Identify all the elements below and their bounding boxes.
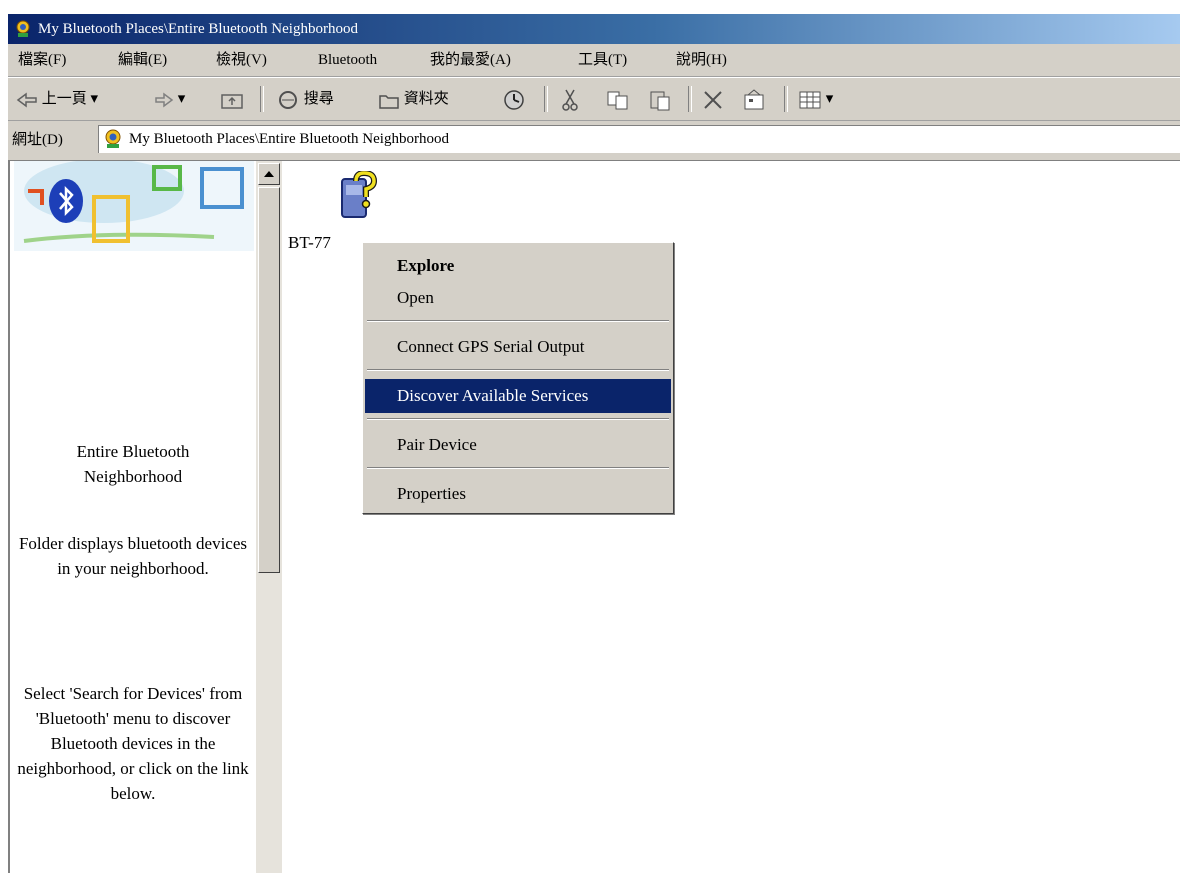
menu-help[interactable]: 說明(H) bbox=[676, 44, 727, 76]
history-icon bbox=[504, 89, 524, 110]
menu-favorites[interactable]: 我的最愛(A) bbox=[430, 44, 511, 76]
menu-separator bbox=[367, 467, 669, 469]
folders-label: 資料夾 bbox=[403, 91, 449, 107]
search-icon bbox=[279, 90, 297, 109]
unknown-device-icon[interactable] bbox=[338, 171, 378, 221]
bluetooth-places-icon bbox=[16, 20, 30, 37]
back-label: 上一頁 bbox=[41, 91, 87, 107]
forward-button[interactable]: ▾ bbox=[154, 83, 185, 115]
back-button[interactable]: 上一頁 ▾ bbox=[16, 83, 98, 115]
paste-button[interactable] bbox=[648, 83, 672, 115]
menu-item-explore[interactable]: Explore bbox=[365, 249, 671, 283]
scroll-up-arrow-icon bbox=[264, 171, 274, 177]
search-label: 搜尋 bbox=[303, 91, 334, 107]
neighborhood-title: Entire Bluetooth Neighborhood bbox=[76, 442, 190, 486]
history-button[interactable] bbox=[502, 83, 526, 115]
search-button[interactable]: 搜尋 bbox=[276, 83, 334, 115]
cut-button[interactable] bbox=[560, 83, 580, 115]
menu-file[interactable]: 檔案(F) bbox=[18, 44, 66, 76]
address-bar: 網址(D) My Bluetooth Places\Entire Bluetoo… bbox=[8, 120, 1180, 161]
menu-item-discover-services[interactable]: Discover Available Services bbox=[365, 379, 671, 413]
menu-edit[interactable]: 編輯(E) bbox=[118, 44, 167, 76]
address-value: My Bluetooth Places\Entire Bluetooth Nei… bbox=[129, 131, 449, 147]
left-pane-scrollbar[interactable] bbox=[256, 161, 282, 873]
up-folder-button[interactable] bbox=[220, 83, 244, 115]
paste-icon bbox=[650, 91, 670, 111]
back-arrow-icon bbox=[16, 92, 37, 108]
menu-separator bbox=[367, 369, 669, 371]
folders-button[interactable]: 資料夾 bbox=[378, 83, 449, 115]
bluetooth-places-icon bbox=[105, 129, 121, 148]
copy-button[interactable] bbox=[606, 83, 630, 115]
delete-button[interactable] bbox=[702, 83, 724, 115]
views-icon bbox=[799, 91, 821, 109]
window-title: My Bluetooth Places\Entire Bluetooth Nei… bbox=[38, 21, 358, 37]
bluetooth-banner bbox=[14, 161, 254, 251]
toolbar: 上一頁 ▾ ▾ 搜尋 資料夾 ▾ bbox=[8, 77, 1180, 121]
scroll-up-button[interactable] bbox=[258, 163, 280, 185]
menu-view[interactable]: 檢視(V) bbox=[216, 44, 267, 76]
folders-icon bbox=[379, 94, 399, 109]
title-bar[interactable]: My Bluetooth Places\Entire Bluetooth Nei… bbox=[8, 14, 1180, 44]
menu-tools[interactable]: 工具(T) bbox=[578, 44, 627, 76]
delete-icon bbox=[704, 90, 722, 109]
address-input[interactable]: My Bluetooth Places\Entire Bluetooth Nei… bbox=[98, 125, 1180, 153]
copy-icon bbox=[607, 91, 628, 110]
properties-button[interactable] bbox=[742, 83, 766, 115]
menu-item-properties[interactable]: Properties bbox=[365, 477, 671, 511]
views-button[interactable]: ▾ bbox=[798, 83, 833, 115]
menu-bluetooth[interactable]: Bluetooth bbox=[318, 44, 377, 76]
cut-icon bbox=[562, 89, 578, 111]
address-label: 網址(D) bbox=[12, 132, 63, 148]
neighborhood-description: Folder displays bluetooth devices in you… bbox=[18, 534, 248, 578]
explorer-window: My Bluetooth Places\Entire Bluetooth Nei… bbox=[8, 14, 1180, 873]
menu-item-connect-gps[interactable]: Connect GPS Serial Output bbox=[365, 330, 671, 364]
menu-item-pair-device[interactable]: Pair Device bbox=[365, 428, 671, 462]
menu-separator bbox=[367, 418, 669, 420]
bluetooth-logo-icon bbox=[49, 179, 83, 223]
forward-arrow-icon bbox=[155, 92, 174, 108]
scroll-thumb[interactable] bbox=[258, 187, 280, 573]
menu-separator bbox=[367, 320, 669, 322]
properties-icon bbox=[744, 88, 764, 110]
device-label[interactable]: BT-77 bbox=[288, 233, 331, 253]
up-folder-icon bbox=[221, 93, 243, 109]
search-instructions: Select 'Search for Devices' from 'Blueto… bbox=[17, 684, 249, 803]
left-info-pane: Entire Bluetooth Neighborhood Folder dis… bbox=[8, 161, 256, 873]
menu-bar: 檔案(F) 編輯(E) 檢視(V) Bluetooth 我的最愛(A) 工具(T… bbox=[8, 44, 1180, 77]
menu-item-open[interactable]: Open bbox=[365, 281, 671, 315]
context-menu: Explore Open Connect GPS Serial Output D… bbox=[362, 242, 674, 514]
